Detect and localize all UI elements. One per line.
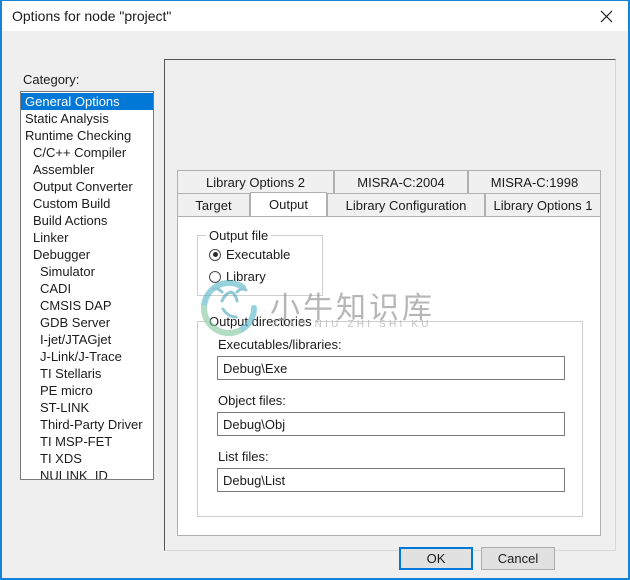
category-item-cmsis-dap[interactable]: CMSIS DAP [21, 297, 153, 314]
executables-libraries-input[interactable] [217, 356, 565, 380]
category-listbox[interactable]: General Options Static Analysis Runtime Ch… [20, 91, 154, 480]
list-files-input[interactable] [217, 468, 565, 492]
tab-target[interactable]: Target [177, 193, 250, 216]
output-file-group-title: Output file [206, 228, 272, 243]
output-file-group: Output file Executable Library [197, 228, 323, 296]
radio-library-label: Library [226, 269, 266, 284]
category-item-cadi[interactable]: CADI [21, 280, 153, 297]
tab-output[interactable]: Output [250, 192, 327, 216]
category-item-nulink-id[interactable]: NULINK_ID [21, 467, 153, 479]
category-item-c-c-compiler[interactable]: C/C++ Compiler [21, 144, 153, 161]
category-item-custom-build[interactable]: Custom Build [21, 195, 153, 212]
cancel-button[interactable]: Cancel [481, 547, 555, 570]
executables-libraries-label: Executables/libraries: [218, 337, 342, 352]
category-item-general-options[interactable]: General Options [21, 93, 153, 110]
radio-executable-icon [209, 248, 221, 261]
tab-library-options-1[interactable]: Library Options 1 [485, 193, 601, 216]
category-item-pe-micro[interactable]: PE micro [21, 382, 153, 399]
radio-library-icon [209, 270, 221, 283]
category-item-linker[interactable]: Linker [21, 229, 153, 246]
tab-row-top: Library Options 2 MISRA-C:2004 MISRA-C:199… [177, 170, 601, 193]
category-item-static-analysis[interactable]: Static Analysis [21, 110, 153, 127]
category-item-gdb-server[interactable]: GDB Server [21, 314, 153, 331]
dialog-body: Category: General Options Static Analysis… [2, 31, 628, 578]
tab-row-bottom: Target Output Library Configuration Library… [177, 192, 601, 216]
options-dialog-window: Options for node "project" Category: Gen… [0, 0, 630, 580]
tab-control: Library Options 2 MISRA-C:2004 MISRA-C:199… [177, 170, 601, 536]
radio-library[interactable]: Library [209, 269, 266, 284]
tab-library-configuration[interactable]: Library Configuration [327, 193, 485, 216]
tab-misra-c-2004[interactable]: MISRA-C:2004 [334, 170, 468, 193]
category-item-build-actions[interactable]: Build Actions [21, 212, 153, 229]
category-item-ti-stellaris[interactable]: TI Stellaris [21, 365, 153, 382]
category-item-j-link-j-trace[interactable]: J-Link/J-Trace [21, 348, 153, 365]
category-item-i-jet-jtagjet[interactable]: I-jet/JTAGjet [21, 331, 153, 348]
category-item-simulator[interactable]: Simulator [21, 263, 153, 280]
options-panel: Library Options 2 MISRA-C:2004 MISRA-C:199… [164, 59, 616, 551]
list-files-label: List files: [218, 449, 269, 464]
radio-executable[interactable]: Executable [209, 247, 290, 262]
tab-misra-c-1998[interactable]: MISRA-C:1998 [468, 170, 601, 193]
category-item-debugger[interactable]: Debugger [21, 246, 153, 263]
radio-executable-label: Executable [226, 247, 291, 262]
close-button[interactable] [584, 1, 628, 31]
category-item-assembler[interactable]: Assembler [21, 161, 153, 178]
object-files-label: Object files: [218, 393, 286, 408]
category-item-ti-msp-fet[interactable]: TI MSP-FET [21, 433, 153, 450]
category-label: Category: [23, 72, 80, 87]
category-item-output-converter[interactable]: Output Converter [21, 178, 153, 195]
tab-pane-output: Output file Executable Library Output di… [177, 216, 601, 536]
category-item-ti-xds[interactable]: TI XDS [21, 450, 153, 467]
close-icon [600, 10, 613, 23]
object-files-input[interactable] [217, 412, 565, 436]
title-bar: Options for node "project" [2, 1, 628, 31]
output-directories-group-title: Output directories [206, 314, 315, 329]
window-title: Options for node "project" [12, 8, 172, 24]
category-item-third-party-driver[interactable]: Third-Party Driver [21, 416, 153, 433]
category-item-st-link[interactable]: ST-LINK [21, 399, 153, 416]
output-directories-group: Output directories Executables/libraries… [197, 314, 583, 517]
category-item-runtime-checking[interactable]: Runtime Checking [21, 127, 153, 144]
tab-library-options-2[interactable]: Library Options 2 [177, 170, 334, 193]
ok-button[interactable]: OK [399, 547, 473, 570]
